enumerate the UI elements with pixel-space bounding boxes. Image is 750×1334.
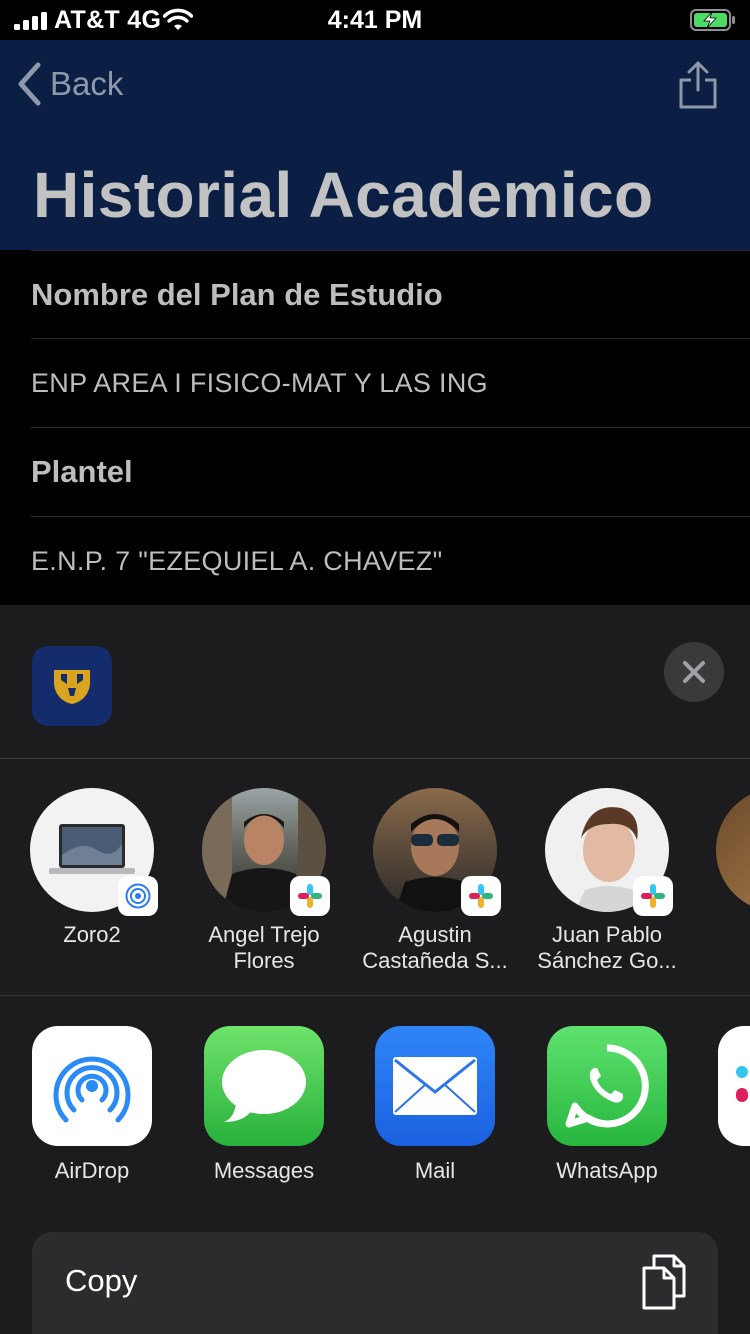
app-partial[interactable] [718,1026,750,1146]
copy-label: Copy [65,1263,138,1298]
person-zoro2[interactable]: Zoro2 [6,788,178,948]
airdrop-badge-icon [118,876,158,916]
person-juan-pablo-sanchez[interactable]: Juan Pablo Sánchez Go... [521,788,693,974]
app-mail[interactable]: Mail [349,1026,521,1184]
person-angel-trejo-flores[interactable]: Angel Trejo Flores [178,788,350,974]
plan-header: Nombre del Plan de Estudio [31,250,750,339]
plantel-value: E.N.P. 7 "EZEQUIEL A. CHAVEZ" [31,517,750,606]
clock: 4:41 PM [327,6,423,34]
whatsapp-icon [547,1026,667,1146]
close-button[interactable] [664,642,724,702]
divider [0,995,750,996]
app-label: Mail [414,1158,456,1183]
apps-row: AirDrop Messages Mail WhatsApp [0,1026,750,1196]
app-label: WhatsApp [556,1158,658,1183]
slack-badge-icon [633,876,673,916]
avatar [30,788,158,916]
chevron-left-icon [18,62,41,106]
laptop-icon [49,824,135,874]
avatar [202,788,330,916]
avatar [545,788,673,916]
messages-icon [204,1026,324,1146]
back-button[interactable]: Back [16,60,123,108]
app-label: AirDrop [54,1158,130,1183]
pumas-logo-icon [32,646,112,726]
copy-action[interactable]: Copy [32,1232,718,1334]
person-name: Agustin Castañeda S... [362,922,508,973]
app-messages[interactable]: Messages [178,1026,350,1184]
person-agustin-castaneda[interactable]: Agustin Castañeda S... [349,788,521,974]
share-sheet: Zoro2 Angel Trejo Flores Agustin Castañe… [0,605,750,1334]
app-whatsapp[interactable]: WhatsApp [521,1026,693,1184]
back-label: Back [50,65,124,102]
share-icon[interactable] [677,60,719,110]
status-bar: AT&T 4G 4:41 PM [0,0,750,40]
page-title: Historial Academico [33,159,654,231]
navigation-bar: Back Historial Academico [0,40,750,250]
slack-badge-icon [461,876,501,916]
app-label: Messages [213,1158,315,1183]
person-name: Angel Trejo Flores [208,922,320,973]
avatar-partial[interactable] [716,788,750,912]
person-name: Zoro2 [63,922,121,947]
divider [0,758,750,759]
avatar [373,788,501,916]
people-row: Zoro2 Angel Trejo Flores Agustin Castañe… [0,788,750,998]
academic-info-list: Nombre del Plan de Estudio ENP AREA I FI… [0,250,750,606]
app-airdrop[interactable]: AirDrop [6,1026,178,1184]
battery-charging-icon [690,9,735,31]
copy-icon [642,1254,686,1310]
mail-icon [375,1026,495,1146]
slack-badge-icon [290,876,330,916]
person-name: Juan Pablo Sánchez Go... [537,922,677,973]
plan-value: ENP AREA I FISICO-MAT Y LAS ING [31,339,750,428]
airdrop-icon [32,1026,152,1146]
close-icon [683,661,705,683]
plantel-header: Plantel [31,428,750,517]
